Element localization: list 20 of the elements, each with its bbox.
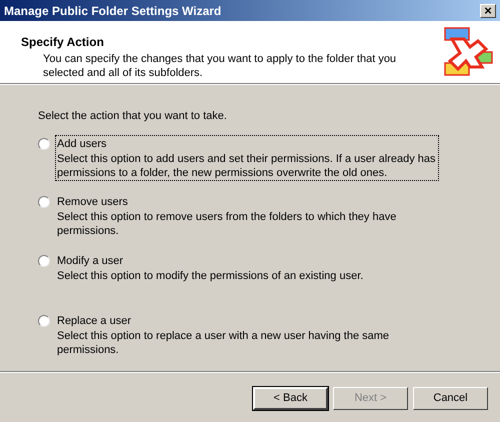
- wizard-logo-icon: [444, 27, 494, 77]
- option-label[interactable]: Add users: [57, 136, 437, 152]
- option-description: Select this option to replace a user with a new user having the same permissions.: [57, 329, 390, 357]
- radio-button[interactable]: [38, 314, 50, 326]
- radio-button[interactable]: [38, 138, 50, 150]
- option-label[interactable]: Replace a user: [57, 312, 437, 329]
- radio-button[interactable]: [38, 254, 50, 266]
- option-description: Select this option to modify the permissions of an existing user.: [57, 269, 364, 283]
- header-description: You can specify the changes that you want to apply to the folder that you selected and all of its subfolders.: [42, 52, 398, 80]
- close-button[interactable]: ×: [480, 4, 496, 18]
- wizard-button[interactable]: Cancel: [413, 387, 488, 410]
- wizard-button[interactable]: < Back: [253, 387, 328, 410]
- option-description: Select this option to add users and set their permissions. If a user already has permissions to a folder, the new permissions overwrite the old ones.: [57, 152, 436, 180]
- option-description: Select this option to remove users from the folders to which they have permissions.: [57, 210, 398, 238]
- option-label[interactable]: Modify a user: [57, 252, 437, 269]
- window-title: Manage Public Folder Settings Wizard: [4, 2, 222, 20]
- instruction-text: Select the action that you want to take.: [38, 109, 228, 124]
- header-title: Specify Action: [21, 34, 105, 51]
- option-label[interactable]: Remove users: [57, 194, 437, 210]
- radio-button[interactable]: [38, 196, 50, 208]
